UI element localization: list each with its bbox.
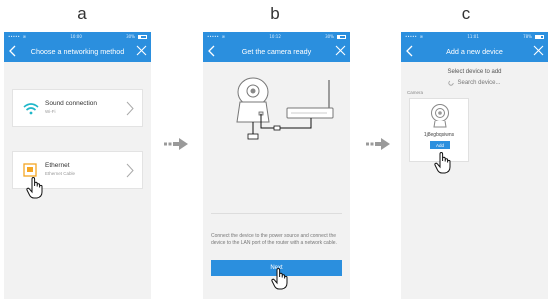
- step-arrow-icon: [366, 138, 390, 150]
- loading-spinner-icon: [448, 80, 455, 86]
- nav-bar: Get the camera ready: [203, 41, 350, 62]
- select-device-heading: Select device to add: [447, 69, 502, 75]
- battery-icon: [534, 34, 544, 39]
- search-device-label: Search device...: [457, 80, 501, 86]
- device-name: 1j8egbqsiwns: [423, 132, 455, 138]
- camera-device-icon: [431, 104, 449, 128]
- search-device-row[interactable]: Search device...: [401, 80, 548, 86]
- chevron-right-icon: [126, 163, 134, 178]
- back-icon[interactable]: [8, 45, 18, 57]
- nav-bar: Add a new device: [401, 41, 548, 62]
- wifi-icon: [23, 103, 39, 115]
- battery-percent: 30%: [126, 34, 135, 39]
- close-icon[interactable]: [533, 45, 544, 56]
- add-button[interactable]: Add: [430, 141, 450, 149]
- wifi-status-icon: ≋: [221, 34, 226, 39]
- panel-label-b: b: [270, 4, 280, 23]
- page-title: Add a new device: [446, 47, 503, 56]
- camera-router-illustration: [236, 77, 334, 140]
- sound-connection-option[interactable]: Sound connection Wi-Fi: [12, 89, 143, 127]
- step-arrow-icon: [164, 138, 188, 150]
- phone-screen-a: ••••• ≋ 10:00 30% Choose a networking met…: [4, 32, 151, 299]
- tap-hand-icon: [271, 268, 288, 290]
- back-icon[interactable]: [405, 45, 415, 57]
- wifi-status-icon: ≋: [419, 34, 424, 39]
- phone-screen-c: ••••• ≋ 11:01 78% Add a new device Select…: [401, 32, 548, 299]
- carrier-signal: •••••: [8, 34, 20, 39]
- carrier-signal: •••••: [207, 34, 219, 39]
- close-icon[interactable]: [136, 45, 147, 56]
- divider: [211, 213, 342, 214]
- instruction-text: Connect the device to the power source a…: [211, 233, 337, 246]
- status-time: 11:01: [467, 34, 479, 39]
- chevron-right-icon: [126, 101, 134, 116]
- battery-icon: [137, 34, 147, 39]
- ethernet-port-icon: [23, 163, 37, 177]
- option-label: Ethernet: [45, 162, 70, 169]
- nav-bar: Choose a networking method: [4, 41, 151, 62]
- category-label: Camera: [407, 90, 424, 95]
- battery-percent: 30%: [325, 34, 334, 39]
- page-title: Choose a networking method: [30, 47, 125, 56]
- battery-icon: [336, 34, 346, 39]
- status-bar: ••••• ≋ 10:00 30%: [4, 32, 151, 41]
- status-bar: ••••• ≋ 11:01 78%: [401, 32, 548, 41]
- carrier-signal: •••••: [405, 34, 417, 39]
- tap-hand-icon: [26, 177, 43, 199]
- status-time: 10:00: [70, 34, 82, 39]
- close-icon[interactable]: [335, 45, 346, 56]
- panel-label-c: c: [461, 4, 471, 23]
- tap-hand-icon: [434, 152, 451, 174]
- back-icon[interactable]: [207, 45, 217, 57]
- page-title: Get the camera ready: [241, 47, 312, 56]
- option-label: Sound connection: [45, 100, 98, 107]
- option-sublabel: Wi-Fi: [45, 109, 56, 114]
- wifi-status-icon: ≋: [22, 34, 27, 39]
- battery-percent: 78%: [523, 34, 532, 39]
- phone-screen-b: ••••• ≋ 10:12 30% Get the camera ready Co…: [203, 32, 350, 299]
- status-bar: ••••• ≋ 10:12 30%: [203, 32, 350, 41]
- option-sublabel: Ethernet Cable: [45, 171, 76, 176]
- status-time: 10:12: [269, 34, 281, 39]
- panel-label-a: a: [77, 4, 87, 23]
